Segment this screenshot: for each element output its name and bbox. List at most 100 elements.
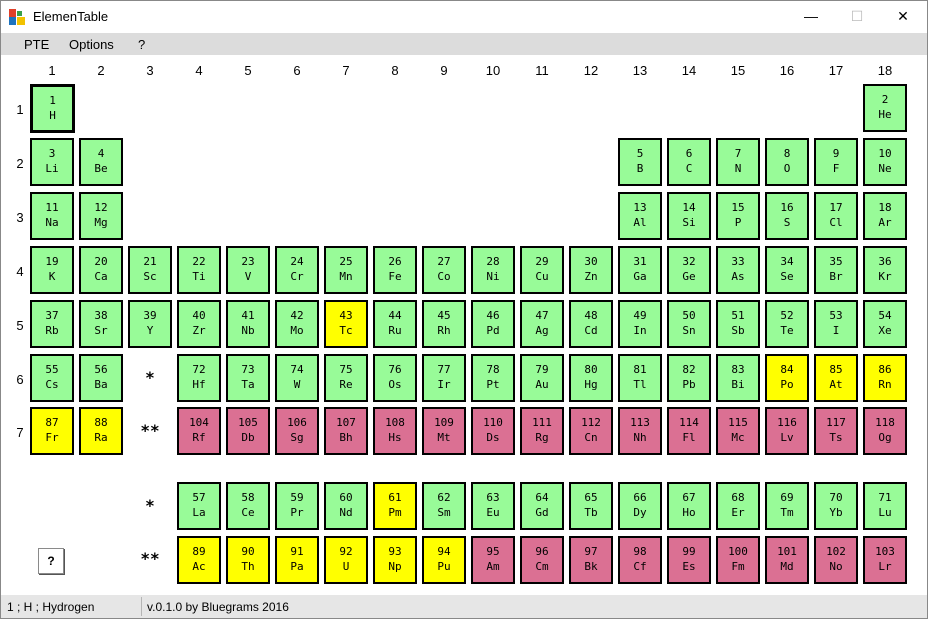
element-cell-pa[interactable]: 91 Pa <box>275 536 319 584</box>
menu-help[interactable]: ? <box>138 37 145 52</box>
element-cell-cn[interactable]: 112 Cn <box>569 407 613 455</box>
element-cell-rn[interactable]: 86 Rn <box>863 354 907 402</box>
element-cell-ti[interactable]: 22 Ti <box>177 246 221 294</box>
element-cell-bi[interactable]: 83 Bi <box>716 354 760 402</box>
element-cell-fl[interactable]: 114 Fl <box>667 407 711 455</box>
element-cell-am[interactable]: 95 Am <box>471 536 515 584</box>
element-cell-br[interactable]: 35 Br <box>814 246 858 294</box>
element-cell-rf[interactable]: 104 Rf <box>177 407 221 455</box>
element-cell-lr[interactable]: 103 Lr <box>863 536 907 584</box>
element-cell-pr[interactable]: 59 Pr <box>275 482 319 530</box>
element-cell-es[interactable]: 99 Es <box>667 536 711 584</box>
element-cell-f[interactable]: 9F <box>814 138 858 186</box>
element-cell-cr[interactable]: 24 Cr <box>275 246 319 294</box>
element-cell-ce[interactable]: 58 Ce <box>226 482 270 530</box>
element-cell-no[interactable]: 102 No <box>814 536 858 584</box>
element-cell-hg[interactable]: 80 Hg <box>569 354 613 402</box>
element-cell-ho[interactable]: 67 Ho <box>667 482 711 530</box>
element-cell-hs[interactable]: 108 Hs <box>373 407 417 455</box>
element-cell-nh[interactable]: 113 Nh <box>618 407 662 455</box>
element-cell-li[interactable]: 3 Li <box>30 138 74 186</box>
element-cell-bk[interactable]: 97 Bk <box>569 536 613 584</box>
element-cell-rh[interactable]: 45 Rh <box>422 300 466 348</box>
element-cell-n[interactable]: 7N <box>716 138 760 186</box>
element-cell-fe[interactable]: 26 Fe <box>373 246 417 294</box>
element-cell-yb[interactable]: 70 Yb <box>814 482 858 530</box>
element-cell-u[interactable]: 92 U <box>324 536 368 584</box>
element-cell-eu[interactable]: 63 Eu <box>471 482 515 530</box>
element-cell-md[interactable]: 101 Md <box>765 536 809 584</box>
element-cell-cd[interactable]: 48 Cd <box>569 300 613 348</box>
element-cell-ne[interactable]: 10 Ne <box>863 138 907 186</box>
element-cell-na[interactable]: 11 Na <box>30 192 74 240</box>
element-cell-ga[interactable]: 31 Ga <box>618 246 662 294</box>
element-cell-sg[interactable]: 106 Sg <box>275 407 319 455</box>
element-cell-v[interactable]: 23 V <box>226 246 270 294</box>
element-cell-po[interactable]: 84 Po <box>765 354 809 402</box>
element-cell-cs[interactable]: 55 Cs <box>30 354 74 402</box>
element-cell-co[interactable]: 27 Co <box>422 246 466 294</box>
element-cell-si[interactable]: 14 Si <box>667 192 711 240</box>
element-cell-ru[interactable]: 44 Ru <box>373 300 417 348</box>
element-cell-o[interactable]: 8O <box>765 138 809 186</box>
element-cell-pu[interactable]: 94 Pu <box>422 536 466 584</box>
element-cell-gd[interactable]: 64 Gd <box>520 482 564 530</box>
element-cell-y[interactable]: 39 Y <box>128 300 172 348</box>
element-cell-tm[interactable]: 69 Tm <box>765 482 809 530</box>
element-cell-s[interactable]: 16 S <box>765 192 809 240</box>
element-cell-re[interactable]: 75 Re <box>324 354 368 402</box>
element-cell-np[interactable]: 93 Np <box>373 536 417 584</box>
element-cell-mc[interactable]: 115 Mc <box>716 407 760 455</box>
element-cell-ni[interactable]: 28 Ni <box>471 246 515 294</box>
element-cell-al[interactable]: 13 Al <box>618 192 662 240</box>
element-cell-in[interactable]: 49 In <box>618 300 662 348</box>
element-cell-og[interactable]: 118 Og <box>863 407 907 455</box>
element-cell-pb[interactable]: 82 Pb <box>667 354 711 402</box>
title-bar[interactable]: ElemenTable — ☐ ✕ <box>1 1 927 32</box>
element-cell-ba[interactable]: 56 Ba <box>79 354 123 402</box>
element-cell-cl[interactable]: 17 Cl <box>814 192 858 240</box>
element-cell-sr[interactable]: 38 Sr <box>79 300 123 348</box>
element-cell-nd[interactable]: 60 Nd <box>324 482 368 530</box>
element-cell-i[interactable]: 53 I <box>814 300 858 348</box>
element-cell-as[interactable]: 33 As <box>716 246 760 294</box>
element-cell-w[interactable]: 74 W <box>275 354 319 402</box>
element-cell-zr[interactable]: 40 Zr <box>177 300 221 348</box>
element-cell-k[interactable]: 19 K <box>30 246 74 294</box>
element-cell-cf[interactable]: 98 Cf <box>618 536 662 584</box>
element-cell-te[interactable]: 52 Te <box>765 300 809 348</box>
element-cell-rg[interactable]: 111 Rg <box>520 407 564 455</box>
element-cell-ar[interactable]: 18 Ar <box>863 192 907 240</box>
help-button[interactable]: ? <box>38 548 64 574</box>
element-cell-mt[interactable]: 109 Mt <box>422 407 466 455</box>
element-cell-cm[interactable]: 96 Cm <box>520 536 564 584</box>
element-cell-bh[interactable]: 107 Bh <box>324 407 368 455</box>
element-cell-dy[interactable]: 66 Dy <box>618 482 662 530</box>
element-cell-tb[interactable]: 65 Tb <box>569 482 613 530</box>
element-cell-ta[interactable]: 73 Ta <box>226 354 270 402</box>
element-cell-he[interactable]: 2 He <box>863 84 907 132</box>
element-cell-pt[interactable]: 78 Pt <box>471 354 515 402</box>
element-cell-cu[interactable]: 29 Cu <box>520 246 564 294</box>
element-cell-pd[interactable]: 46 Pd <box>471 300 515 348</box>
minimize-button[interactable]: — <box>788 1 834 32</box>
element-cell-au[interactable]: 79 Au <box>520 354 564 402</box>
element-cell-at[interactable]: 85 At <box>814 354 858 402</box>
element-cell-b[interactable]: 5B <box>618 138 662 186</box>
element-cell-mo[interactable]: 42 Mo <box>275 300 319 348</box>
element-cell-ir[interactable]: 77 Ir <box>422 354 466 402</box>
element-cell-ag[interactable]: 47 Ag <box>520 300 564 348</box>
element-cell-la[interactable]: 57 La <box>177 482 221 530</box>
element-cell-se[interactable]: 34 Se <box>765 246 809 294</box>
element-cell-ge[interactable]: 32 Ge <box>667 246 711 294</box>
element-cell-zn[interactable]: 30 Zn <box>569 246 613 294</box>
element-cell-th[interactable]: 90 Th <box>226 536 270 584</box>
close-button[interactable]: ✕ <box>880 1 926 32</box>
element-cell-ts[interactable]: 117 Ts <box>814 407 858 455</box>
element-cell-tl[interactable]: 81 Tl <box>618 354 662 402</box>
element-cell-mg[interactable]: 12 Mg <box>79 192 123 240</box>
element-cell-fm[interactable]: 100 Fm <box>716 536 760 584</box>
element-cell-os[interactable]: 76 Os <box>373 354 417 402</box>
menu-pte[interactable]: PTE <box>24 37 49 52</box>
element-cell-be[interactable]: 4 Be <box>79 138 123 186</box>
